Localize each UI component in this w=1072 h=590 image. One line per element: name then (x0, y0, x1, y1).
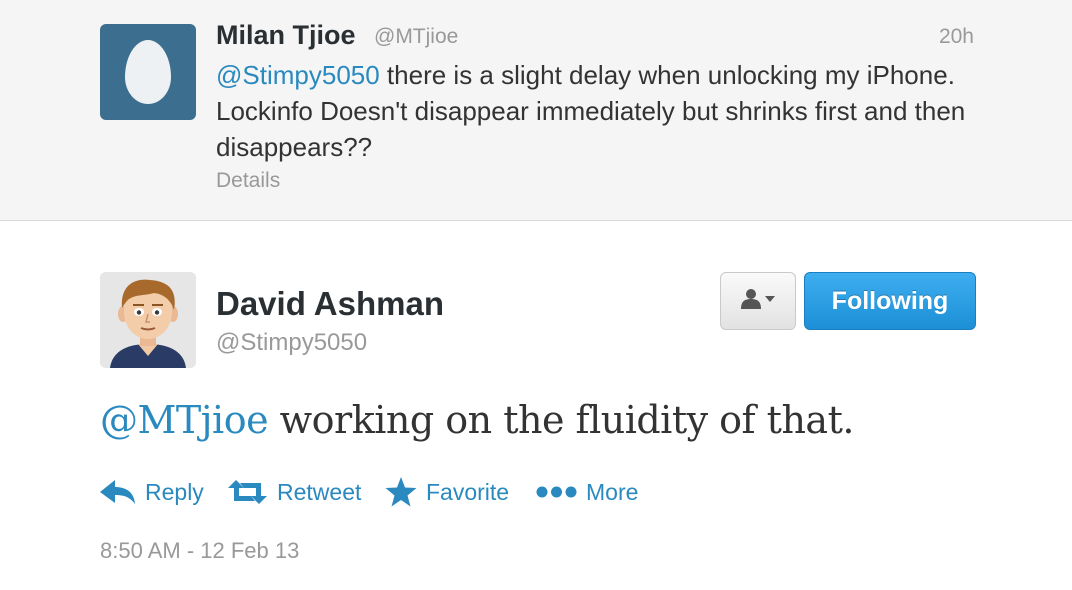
parent-author-handle[interactable]: @MTjioe (374, 25, 458, 49)
favorite-label: Favorite (426, 478, 510, 505)
parent-author-name[interactable]: Milan Tjioe (216, 20, 356, 51)
mention-link[interactable]: @MTjioe (100, 398, 269, 442)
author-handle[interactable]: @Stimpy5050 (216, 329, 367, 357)
retweet-label: Retweet (277, 478, 362, 505)
tweet-text: @MTjioe working on the fluidity of that. (100, 398, 854, 442)
avatar[interactable] (100, 272, 196, 368)
parent-timestamp[interactable]: 20h (939, 25, 974, 49)
more-button[interactable]: More (536, 474, 638, 510)
favorite-button[interactable]: Favorite (385, 474, 509, 510)
author-name[interactable]: David Ashman (216, 285, 444, 323)
retweet-button[interactable]: Retweet (227, 474, 361, 510)
user-dropdown-icon (741, 288, 775, 315)
tweet-body: working on the fluidity of that. (268, 398, 855, 442)
more-label: More (586, 478, 639, 505)
star-icon (385, 477, 426, 507)
parent-mention-link[interactable]: @Stimpy5050 (216, 60, 380, 90)
tweet-timestamp[interactable]: 8:50 AM - 12 Feb 13 (100, 538, 299, 564)
more-dots-icon (536, 485, 586, 499)
retweet-icon (227, 479, 277, 505)
user-dropdown-button[interactable] (720, 272, 796, 330)
reply-button[interactable]: Reply (100, 474, 204, 510)
following-button[interactable]: Following (804, 272, 976, 330)
egg-avatar-icon[interactable] (100, 24, 196, 120)
reply-label: Reply (145, 478, 204, 505)
reply-icon (100, 479, 145, 505)
parent-tweet[interactable]: Milan Tjioe @MTjioe 20h @Stimpy5050 ther… (0, 0, 1072, 221)
details-link[interactable]: Details (216, 169, 280, 193)
parent-tweet-text: @Stimpy5050 there is a slight delay when… (216, 57, 1006, 165)
